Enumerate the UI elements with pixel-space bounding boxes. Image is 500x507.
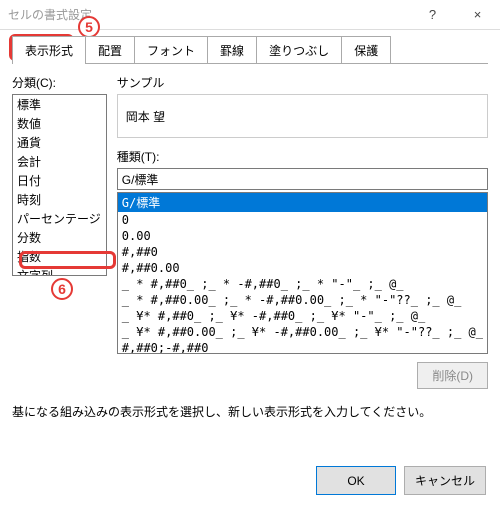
type-item[interactable]: _ * #,##0_ ;_ * -#,##0_ ;_ * "-"_ ;_ @_ <box>118 276 487 292</box>
type-item[interactable]: G/標準 <box>118 193 487 212</box>
category-item[interactable]: 指数 <box>13 247 106 266</box>
titlebar: セルの書式設定 ? × <box>0 0 500 30</box>
category-item[interactable]: パーセンテージ <box>13 209 106 228</box>
ok-button[interactable]: OK <box>316 466 396 495</box>
tab-border[interactable]: 罫線 <box>207 36 257 63</box>
type-item[interactable]: _ ¥* #,##0_ ;_ ¥* -#,##0_ ;_ ¥* "-"_ ;_ … <box>118 308 487 324</box>
window-title: セルの書式設定 <box>8 6 410 23</box>
category-item[interactable]: 通貨 <box>13 133 106 152</box>
tab-label: 保護 <box>354 44 378 58</box>
tab-label: 塗りつぶし <box>269 44 329 58</box>
type-item[interactable]: #,##0.00 <box>118 260 487 276</box>
type-item[interactable]: #,##0;-#,##0 <box>118 340 487 354</box>
type-item[interactable]: 0.00 <box>118 228 487 244</box>
type-input[interactable] <box>117 168 488 190</box>
tab-label: 罫線 <box>220 44 244 58</box>
category-item[interactable]: 時刻 <box>13 190 106 209</box>
sample-box: 岡本 望 <box>117 94 488 138</box>
annotation-5-number: 5 <box>78 16 100 38</box>
delete-button[interactable]: 削除(D) <box>417 362 488 389</box>
tab-label: フォント <box>147 44 195 58</box>
type-item[interactable]: _ * #,##0.00_ ;_ * -#,##0.00_ ;_ * "-"??… <box>118 292 487 308</box>
dialog-footer: OK キャンセル <box>316 466 486 495</box>
tab-strip: 表示形式 配置 フォント 罫線 塗りつぶし 保護 <box>12 36 488 64</box>
type-item[interactable]: _ ¥* #,##0.00_ ;_ ¥* -#,##0.00_ ;_ ¥* "-… <box>118 324 487 340</box>
cancel-button[interactable]: キャンセル <box>404 466 486 495</box>
tab-font[interactable]: フォント <box>134 36 208 63</box>
help-button[interactable]: ? <box>410 0 455 30</box>
hint-text: 基になる組み込みの表示形式を選択し、新しい表示形式を入力してください。 <box>12 403 488 420</box>
category-list[interactable]: 標準数値通貨会計日付時刻パーセンテージ分数指数文字列その他ユーザー定義 <box>12 94 107 276</box>
dialog-content: 表示形式 配置 フォント 罫線 塗りつぶし 保護 分類(C): 標準数値通貨会計… <box>0 30 500 430</box>
type-item[interactable]: 0 <box>118 212 487 228</box>
sample-label: サンプル <box>117 74 488 91</box>
tab-number-format[interactable]: 表示形式 <box>12 36 86 63</box>
sample-value: 岡本 望 <box>126 108 165 125</box>
category-item[interactable]: 文字列 <box>13 266 106 276</box>
titlebar-buttons: ? × <box>410 0 500 30</box>
category-item[interactable]: 日付 <box>13 171 106 190</box>
category-item[interactable]: 標準 <box>13 95 106 114</box>
type-label: 種類(T): <box>117 148 488 165</box>
tab-fill[interactable]: 塗りつぶし <box>256 36 342 63</box>
category-item[interactable]: 分数 <box>13 228 106 247</box>
tab-label: 表示形式 <box>25 44 73 58</box>
category-item[interactable]: 会計 <box>13 152 106 171</box>
annotation-6-number: 6 <box>51 278 73 300</box>
close-button[interactable]: × <box>455 0 500 30</box>
tab-label: 配置 <box>98 44 122 58</box>
tab-alignment[interactable]: 配置 <box>85 36 135 63</box>
category-item[interactable]: 数値 <box>13 114 106 133</box>
category-label: 分類(C): <box>12 74 107 91</box>
tab-protection[interactable]: 保護 <box>341 36 391 63</box>
type-list[interactable]: G/標準00.00#,##0#,##0.00_ * #,##0_ ;_ * -#… <box>117 192 488 354</box>
type-item[interactable]: #,##0 <box>118 244 487 260</box>
